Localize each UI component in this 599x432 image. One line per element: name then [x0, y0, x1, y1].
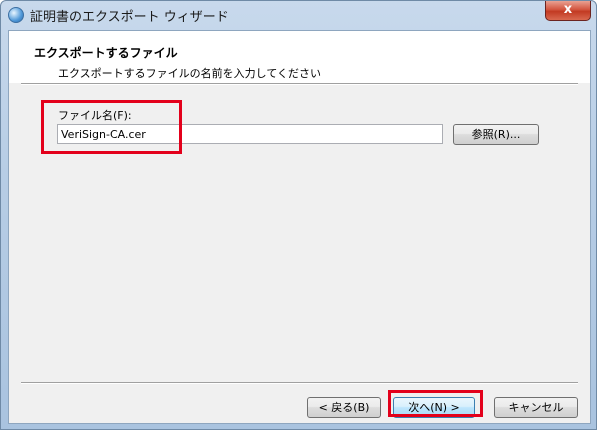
header-panel: エクスポートするファイル エクスポートするファイルの名前を入力してください	[9, 31, 590, 83]
page-title: エクスポートするファイル	[34, 46, 178, 60]
back-button[interactable]: < 戻る(B)	[307, 397, 381, 418]
certificate-icon	[8, 7, 24, 23]
page-subtitle: エクスポートするファイルの名前を入力してください	[58, 67, 322, 80]
wizard-body: エクスポートするファイル エクスポートするファイルの名前を入力してください ファ…	[8, 30, 591, 424]
close-button[interactable]: x	[545, 1, 591, 21]
cancel-button[interactable]: キャンセル	[494, 397, 578, 418]
browse-button[interactable]: 参照(R)...	[453, 124, 539, 145]
wizard-window: 証明書のエクスポート ウィザード x エクスポートするファイル エクスポートする…	[0, 0, 597, 430]
close-icon: x	[563, 2, 573, 17]
footer-divider	[21, 382, 578, 384]
filename-highlight-box	[41, 100, 182, 154]
title-bar: 証明書のエクスポート ウィザード x	[1, 1, 598, 29]
next-highlight-box	[388, 390, 483, 417]
window-title: 証明書のエクスポート ウィザード	[30, 10, 229, 25]
header-divider	[21, 83, 578, 85]
